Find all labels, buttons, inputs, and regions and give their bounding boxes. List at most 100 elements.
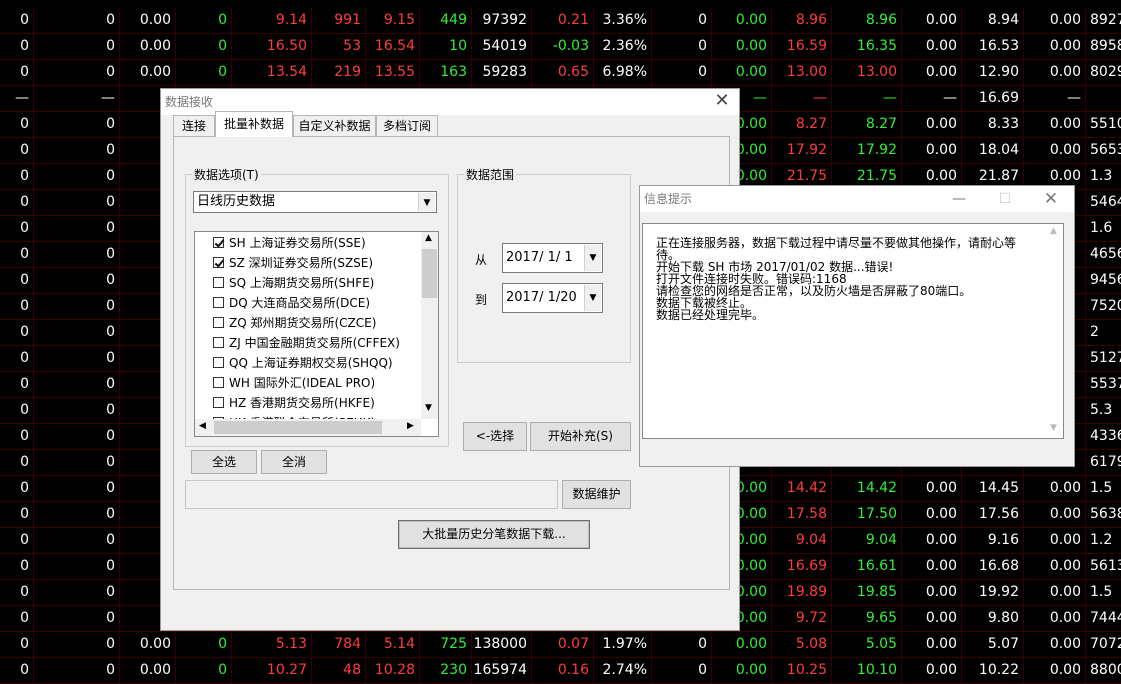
table-cell: 97392: [472, 7, 532, 33]
checkbox[interactable]: [213, 277, 224, 288]
table-cell: 219: [312, 59, 366, 85]
select-button[interactable]: <-选择: [463, 422, 527, 451]
tab-connect[interactable]: 连接: [173, 115, 215, 136]
table-cell: —: [772, 85, 832, 111]
market-label: DQ 大连商品交易所(DCE): [229, 296, 371, 310]
maximize-icon[interactable]: ☐: [982, 186, 1028, 212]
data-type-select[interactable]: 日线历史数据 ▼: [193, 191, 437, 213]
calendar-dropdown-icon[interactable]: ▼: [584, 285, 601, 311]
table-cell: 0: [34, 111, 120, 137]
table-cell: 9.14: [232, 7, 312, 33]
vertical-scrollbar[interactable]: ▲ ▼: [421, 232, 438, 419]
scroll-down-icon[interactable]: ▼: [1050, 423, 1057, 433]
data-range-group: 数据范围 从 2017/ 1/ 1 ▼ 到 2017/ 1/20 ▼: [457, 166, 631, 363]
table-cell: 0: [34, 163, 120, 189]
table-row[interactable]: 0 0 0.00 0 16.50 53 16.54 10 54019 -0.03 2.36% 0 0.0…: [0, 33, 1121, 60]
table-cell: 0.00: [902, 33, 962, 59]
info-dialog: 信息提示 — ☐ ✕ 正在连接服务器，数据下载过程中请尽量不要做其他操作，请耐心…: [639, 185, 1075, 467]
from-date-picker[interactable]: 2017/ 1/ 1 ▼: [502, 243, 603, 273]
table-cell: 725: [420, 631, 472, 657]
table-cell: 0.00: [1024, 657, 1086, 683]
checkbox[interactable]: [213, 317, 224, 328]
table-row[interactable]: 0 0 0.00 0 10.27 48 10.28 230 165974 0.16 2.74% 0 0.…: [0, 657, 1121, 684]
calendar-dropdown-icon[interactable]: ▼: [584, 245, 601, 271]
scroll-up-icon[interactable]: ▲: [1050, 226, 1057, 236]
clear-all-button[interactable]: 全消: [261, 450, 327, 474]
table-cell: 8.94: [962, 7, 1024, 33]
table-cell: 0: [176, 7, 232, 33]
table-row[interactable]: 0 0 0.00 0 9.14 991 9.15 449 97392 0.21 3.36% 0 0.00…: [0, 7, 1121, 34]
table-cell: 8.96: [772, 7, 832, 33]
close-icon[interactable]: ✕: [1028, 186, 1074, 212]
market-label: WH 国际外汇(IDEAL PRO): [229, 376, 376, 390]
table-cell: 0: [34, 397, 120, 423]
table-cell: 0: [0, 605, 34, 631]
data-maintain-button[interactable]: 数据维护: [562, 480, 631, 509]
minimize-icon[interactable]: —: [936, 186, 982, 212]
checkbox[interactable]: [213, 377, 224, 388]
market-label: ZJ 中国金融期货交易所(CFFEX): [229, 336, 400, 350]
table-cell: 0: [34, 657, 120, 683]
scroll-right-icon[interactable]: ▶: [407, 421, 414, 431]
table-cell: 17.58: [772, 501, 832, 527]
table-cell: 3.36%: [594, 7, 652, 33]
table-cell: —: [1024, 85, 1086, 111]
market-list[interactable]: SH 上海证券交易所(SSE) SZ 深圳证券交易所(SZSE) SQ 上海期货交易…: [194, 231, 439, 437]
scroll-left-icon[interactable]: ◀: [199, 421, 206, 431]
table-cell: 0: [34, 631, 120, 657]
table-cell: 9.65: [832, 605, 902, 631]
message-scrollbar[interactable]: ▲ ▼: [1046, 224, 1063, 438]
close-icon[interactable]: ✕: [705, 89, 739, 115]
table-cell: 0: [34, 189, 120, 215]
message-line: 正在连接服务器，数据下载过程中请尽量不要做其他操作，请耐心等: [656, 236, 1017, 250]
table-cell: 0: [0, 397, 34, 423]
table-cell: 2: [1086, 319, 1121, 345]
table-cell: 9.80: [962, 605, 1024, 631]
chevron-down-icon[interactable]: ▼: [418, 193, 435, 211]
table-cell: 5.08: [772, 631, 832, 657]
select-all-button[interactable]: 全选: [191, 450, 257, 474]
table-cell: 59283: [472, 59, 532, 85]
table-cell: 0: [34, 371, 120, 397]
hscroll-thumb[interactable]: [214, 421, 382, 434]
checkbox[interactable]: [213, 397, 224, 408]
tab-batch-fill[interactable]: 批量补数据: [215, 111, 293, 137]
checkbox[interactable]: [213, 337, 224, 348]
checkbox[interactable]: [213, 357, 224, 368]
table-cell: 16.54: [366, 33, 420, 59]
table-cell: 0: [176, 657, 232, 683]
table-cell: 449: [420, 7, 472, 33]
checkbox[interactable]: [213, 257, 224, 268]
scroll-down-icon[interactable]: ▼: [425, 403, 432, 413]
table-cell: 0.00: [902, 7, 962, 33]
scroll-thumb[interactable]: [422, 249, 437, 298]
bulk-tick-download-button[interactable]: 大批量历史分笔数据下载...: [398, 520, 590, 549]
data-type-value: 日线历史数据: [197, 194, 276, 209]
table-cell: 0.16: [532, 657, 594, 683]
table-row[interactable]: 0 0 0.00 0 13.54 219 13.55 163 59283 0.65 6.98% 0 0.…: [0, 59, 1121, 86]
to-date-picker[interactable]: 2017/ 1/20 ▼: [502, 283, 603, 313]
table-cell: 19.85: [832, 579, 902, 605]
table-cell: 0: [652, 7, 712, 33]
table-cell: 5.14: [366, 631, 420, 657]
table-row[interactable]: 0 0 0.00 0 5.13 784 5.14 725 138000 0.07 1.97% 0 0.0…: [0, 631, 1121, 658]
horizontal-scrollbar[interactable]: ◀ ▶: [195, 419, 421, 436]
checkbox[interactable]: [213, 237, 224, 248]
table-cell: —: [902, 85, 962, 111]
table-cell: 0: [0, 553, 34, 579]
table-cell: 0.00: [712, 33, 772, 59]
tab-multilevel-subscribe[interactable]: 多档订阅: [376, 115, 438, 136]
table-cell: —: [0, 85, 34, 111]
tab-custom-fill[interactable]: 自定义补数据: [293, 115, 376, 136]
table-cell: 991: [312, 7, 366, 33]
message-log[interactable]: 正在连接服务器，数据下载过程中请尽量不要做其他操作，请耐心等 待。 开始下载 SH …: [642, 223, 1064, 439]
start-fill-button[interactable]: 开始补充(S): [530, 422, 631, 451]
scroll-up-icon[interactable]: ▲: [425, 233, 432, 243]
table-cell: 0: [0, 59, 34, 85]
table-cell: 8029: [1086, 59, 1121, 85]
table-cell: 10: [420, 33, 472, 59]
table-cell: 5613: [1086, 553, 1121, 579]
info-titlebar: 信息提示 — ☐ ✕: [640, 186, 1074, 212]
table-cell: 8800: [1086, 657, 1121, 683]
checkbox[interactable]: [213, 297, 224, 308]
